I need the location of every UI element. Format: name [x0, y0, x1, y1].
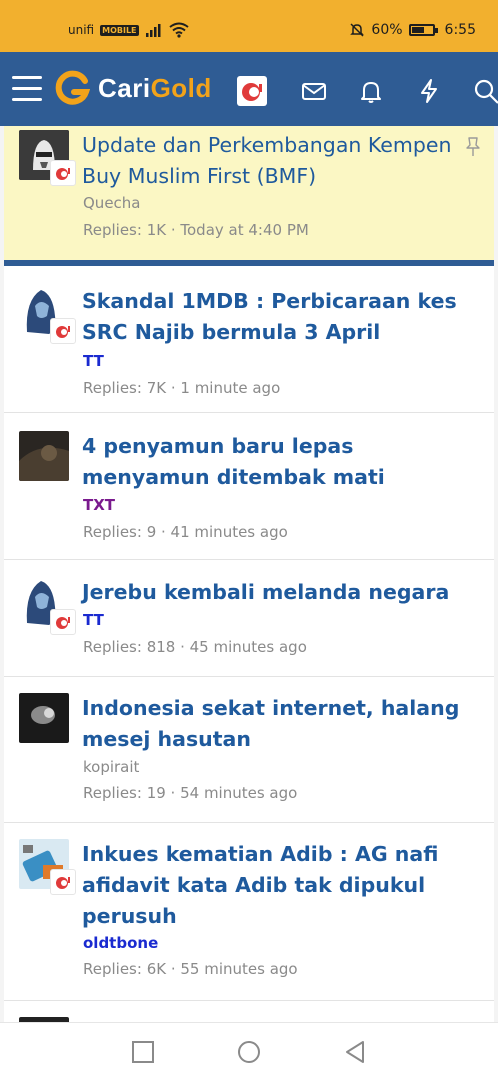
bell-icon[interactable] — [357, 77, 385, 105]
thread-title[interactable]: Skandal 1MDB : Perbicaraan kes SRC Najib… — [82, 286, 482, 348]
logo-cari: Cari — [98, 72, 151, 103]
status-bar: unifi MOBILE 60% 6:55 — [0, 0, 498, 52]
system-nav-bar — [0, 1022, 498, 1080]
thread-title[interactable]: Jerebu kembali melanda negara — [82, 577, 482, 608]
pin-icon — [466, 137, 480, 156]
screen: { "status_bar": { "carrier": "unifi", "c… — [0, 0, 498, 1080]
forum-badge-icon — [50, 869, 76, 895]
thread-author[interactable]: TT — [83, 611, 104, 629]
signal-icon — [145, 24, 161, 37]
clock: 6:55 — [444, 22, 476, 38]
forum-badge-icon — [50, 318, 76, 344]
thread-meta: Replies: 9 · 41 minutes ago — [83, 523, 288, 541]
thread-item[interactable]: Inkues kematian Adib : AG nafi afidavit … — [4, 823, 494, 1001]
wifi-icon — [168, 22, 189, 38]
carrier-badge: MOBILE — [100, 24, 139, 36]
thread-item[interactable]: Skandal 1MDB : Perbicaraan kes SRC Najib… — [4, 266, 494, 413]
search-icon[interactable] — [472, 77, 498, 105]
menu-icon[interactable] — [12, 76, 42, 102]
recent-apps-button[interactable] — [130, 1039, 156, 1065]
thread-author[interactable]: TT — [83, 352, 104, 370]
back-button[interactable] — [342, 1039, 368, 1065]
logo-text: CariGold — [98, 73, 212, 104]
thread-meta: Replies: 818 · 45 minutes ago — [83, 638, 307, 656]
thread-item[interactable]: Jerebu kembali melanda negara TT Replies… — [4, 560, 494, 677]
avatar-logo-icon — [242, 83, 262, 101]
thread-title[interactable]: 4 penyamun baru lepas menyamun ditembak … — [82, 431, 482, 493]
thread-list: Update dan Perkembangan Kempen Buy Musli… — [4, 126, 494, 1067]
thread-meta: Replies: 7K · 1 minute ago — [83, 379, 281, 397]
thread-title[interactable]: Inkues kematian Adib : AG nafi afidavit … — [82, 839, 482, 932]
thread-item[interactable]: 4 penyamun baru lepas menyamun ditembak … — [4, 413, 494, 560]
home-button[interactable] — [236, 1039, 262, 1065]
battery-fill — [411, 27, 424, 33]
thread-author[interactable]: oldtbone — [83, 934, 158, 952]
thread-item[interactable]: Indonesia sekat internet, halang mesej h… — [4, 677, 494, 823]
lightning-icon[interactable] — [415, 77, 443, 105]
thread-author[interactable]: Quecha — [83, 194, 141, 212]
thread-meta: Replies: 6K · 55 minutes ago — [83, 960, 298, 978]
logo-g-icon — [55, 70, 90, 105]
thread-author[interactable]: TXT — [83, 496, 115, 514]
logo[interactable]: CariGold — [54, 70, 212, 106]
bell-muted-icon — [350, 23, 365, 37]
thread-author[interactable]: kopirait — [83, 758, 139, 776]
thread-avatar[interactable] — [19, 693, 69, 743]
logo-gold: Gold — [150, 72, 212, 103]
battery-icon — [408, 24, 438, 36]
thread-meta: Replies: 1K · Today at 4:40 PM — [83, 221, 309, 239]
forum-badge-icon — [50, 609, 76, 635]
user-avatar[interactable] — [237, 76, 267, 106]
forum-badge-icon — [50, 160, 76, 186]
thread-title[interactable]: Indonesia sekat internet, halang mesej h… — [82, 693, 482, 755]
thread-title[interactable]: Update dan Perkembangan Kempen Buy Musli… — [82, 130, 482, 192]
thread-avatar[interactable] — [19, 431, 69, 481]
carrier-label: unifi — [68, 23, 95, 37]
mail-icon[interactable] — [300, 77, 328, 105]
app-header: CariGold — [0, 52, 498, 126]
thread-item[interactable]: Update dan Perkembangan Kempen Buy Musli… — [4, 126, 494, 266]
thread-meta: Replies: 19 · 54 minutes ago — [83, 784, 298, 802]
battery-percent: 60% — [371, 22, 403, 38]
